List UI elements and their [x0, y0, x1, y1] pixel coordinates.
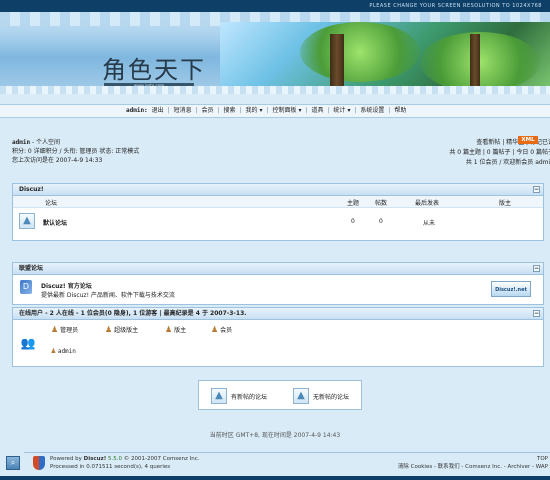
legend-admin: 管理员 [60, 327, 79, 334]
forum-category-header: Discuz! − [13, 184, 543, 196]
bottom-bar [0, 476, 550, 480]
nav-messages[interactable]: 短消息 [174, 107, 192, 114]
nav-username[interactable]: admin: [126, 107, 148, 114]
admin-person-icon: ♟ [51, 325, 59, 334]
col-posts: 帖数 [375, 200, 388, 207]
site-banner: 角色天下 www.jsxtx.com [0, 12, 550, 94]
collapse-icon[interactable]: − [533, 265, 540, 272]
forum-last-post: 从未 [423, 220, 436, 227]
collapse-icon[interactable]: − [533, 310, 540, 317]
nav-help[interactable]: 帮助 [394, 107, 406, 114]
nav-control-panel[interactable]: 控制面板 [272, 107, 296, 114]
user-space-link[interactable]: - 个人空间 [30, 139, 60, 146]
mod-person-icon: ♟ [165, 325, 173, 334]
forum-no-new-icon: ▲ [19, 213, 35, 229]
online-title[interactable]: 在线用户 - 2 人在线 - 1 位会员(0 隐身), 1 位游客 | 最高纪录… [19, 310, 247, 317]
member-person-icon: ♟ [211, 325, 219, 334]
nav-settings[interactable]: 系统设置 [360, 107, 384, 114]
forum-row: ▲ 默认论坛 0 0 从未 [13, 208, 543, 236]
league-forums-box: 联盟论坛 − D Discuz! 官方论坛 提供最新 Discuz! 产品新闻、… [12, 262, 544, 305]
banner-tree [470, 34, 480, 94]
chevron-down-icon[interactable]: ▾ [260, 107, 263, 114]
banner-frame [0, 86, 550, 94]
forum-no-new-icon: ▲ [293, 388, 309, 404]
xml-rss-badge[interactable]: XML [518, 136, 538, 144]
resolution-notice: PLEASE CHANGE YOUR SCREEN RESOLUTION TO … [0, 0, 550, 12]
nav-my[interactable]: 我的 [245, 107, 257, 114]
col-last-post: 最后发表 [415, 200, 440, 207]
online-body: 👥 ♟ 管理员 ♟ 超级版主 ♟ 版主 ♟ 会员 ♟ admin [13, 320, 543, 366]
online-user-link[interactable]: admin [58, 348, 76, 355]
nav-stats[interactable]: 统计 [333, 107, 345, 114]
legend-supermod: 超级版主 [114, 327, 139, 334]
member-stats: 共 1 位会员 / 欢迎新会员 admin [465, 159, 550, 166]
league-header: 联盟论坛 − [13, 263, 543, 275]
forum-list-box: Discuz! − 论坛 主题 帖数 最后发表 版主 ▲ 默认论坛 0 0 从未 [12, 183, 544, 241]
powered-name[interactable]: Discuz! [84, 456, 107, 462]
league-item: D Discuz! 官方论坛 提供最新 Discuz! 产品新闻、软件下载与技术… [13, 275, 543, 301]
user-name-link[interactable]: admin [12, 139, 30, 146]
page-footer: Powered by Discuz! 5.5.0 © 2001-2007 Com… [24, 452, 550, 476]
copyright: © 2001-2007 Comsenz Inc. [123, 456, 200, 462]
post-stats: 共 0 篇主题 | 0 篇帖子 | 今日 0 篇帖子 [449, 149, 550, 156]
online-users-box: 在线用户 - 2 人在线 - 1 位会员(0 隐身), 1 位游客 | 最高纪录… [12, 307, 544, 367]
discuz-logo-icon: D [20, 280, 32, 294]
forum-posts: 0 [379, 218, 383, 225]
processed-line: Processed in 0.071511 second(s), 4 queri… [50, 464, 171, 470]
new-posts-legend: ▲ 有新帖的论坛 ▲ 无新帖的论坛 [198, 380, 362, 410]
league-title: 联盟论坛 [19, 265, 44, 272]
banner-foliage [300, 22, 420, 82]
top-link[interactable]: TOP [537, 455, 548, 463]
main-navbar: admin: 退出 | 短消息 | 会员 | 搜索 | 我的 ▾ | 控制面板 ▾ | 道具 | … [0, 104, 550, 118]
user-credits-line: 积分: 0 详细积分 / 头衔: 管理员 状态: 正常模式 [12, 148, 140, 155]
has-new-label: 有新帖的论坛 [231, 394, 268, 401]
legend-mod: 版主 [174, 327, 187, 334]
site-logo[interactable]: 角色天下 [102, 50, 206, 85]
banner-tree [330, 34, 344, 94]
chevron-down-icon[interactable]: ▾ [347, 107, 350, 114]
nav-members[interactable]: 会员 [202, 107, 214, 114]
no-new-label: 无新帖的论坛 [313, 394, 350, 401]
chevron-down-icon[interactable]: ▾ [298, 107, 301, 114]
online-header: 在线用户 - 2 人在线 - 1 位会员(0 隐身), 1 位游客 | 最高纪录… [13, 308, 543, 320]
col-topics: 主题 [347, 200, 360, 207]
last-visit-line: 您上次访问是在 2007-4-9 14:33 [12, 157, 103, 164]
league-logo-image[interactable]: Discuz!.net [491, 281, 531, 297]
forum-column-header: 论坛 主题 帖数 最后发表 版主 [13, 196, 543, 208]
col-moderator: 版主 [499, 200, 512, 207]
admin-person-icon: ♟ [51, 346, 56, 355]
forum-name-link[interactable]: 默认论坛 [43, 218, 67, 227]
forum-new-icon: ▲ [211, 388, 227, 404]
league-forum-link[interactable]: Discuz! 官方论坛 [41, 281, 92, 290]
league-forum-desc: 提供最新 Discuz! 产品新闻、软件下载与技术交流 [41, 292, 175, 299]
banner-foliage [420, 32, 540, 92]
powered-prefix: Powered by [50, 456, 82, 462]
legend-member: 会员 [220, 327, 233, 334]
nav-search[interactable]: 搜索 [224, 107, 236, 114]
nav-logout[interactable]: 退出 [152, 107, 164, 114]
time-info: 当前时区 GMT+8, 现在时间是 2007-4-9 14:43 [209, 432, 341, 439]
forum-category-title[interactable]: Discuz! [19, 186, 44, 193]
forum-topics: 0 [351, 218, 355, 225]
col-forum: 论坛 [45, 200, 58, 207]
search-icon[interactable]: ⌕ [6, 456, 20, 470]
supermod-person-icon: ♟ [105, 325, 113, 334]
version: 5.5.0 [108, 456, 123, 462]
user-info: admin - 个人空间 积分: 0 详细积分 / 头衔: 管理员 状态: 正常… [12, 138, 262, 165]
footer-links[interactable]: 清除 Cookies - 联系我们 - Comsenz Inc. - Archi… [398, 463, 548, 471]
nav-tools[interactable]: 道具 [311, 107, 323, 114]
powered-by-line: Powered by Discuz! 5.5.0 © 2001-2007 Com… [50, 455, 200, 463]
collapse-icon[interactable]: − [533, 186, 540, 193]
online-users-icon: 👥 [20, 336, 36, 350]
